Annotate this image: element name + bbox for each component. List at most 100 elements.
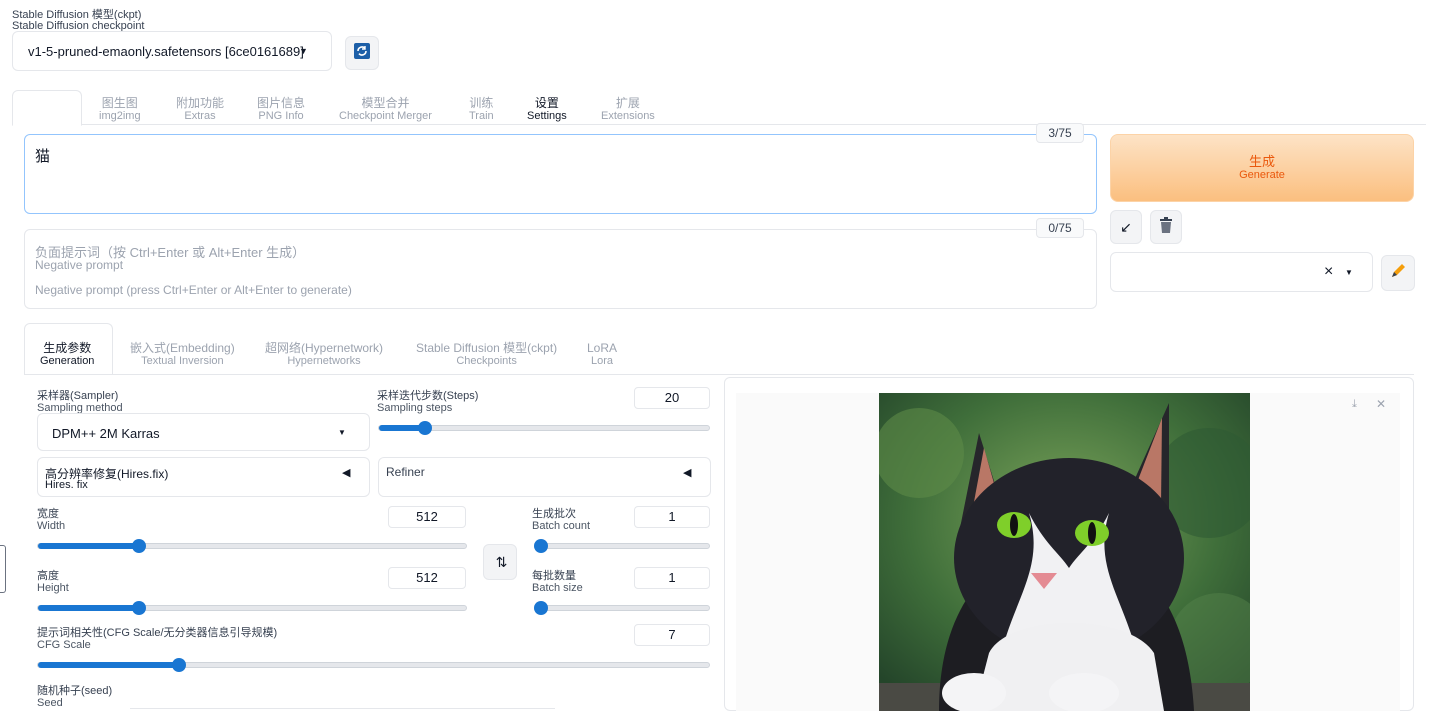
slider-thumb[interactable] <box>534 539 548 553</box>
height-slider[interactable] <box>37 601 467 615</box>
batch-size-slider[interactable] <box>534 601 710 615</box>
subtab-label-en: Generation <box>40 355 95 367</box>
swap-dimensions-button[interactable]: ⇅ <box>483 544 517 580</box>
tab-label-zh: 设置 <box>534 96 559 110</box>
subtab-label-zh: Stable Diffusion 模型(ckpt) <box>416 341 558 355</box>
tab-img2img[interactable]: 图生图 img2img <box>99 96 141 123</box>
refiner-accordion[interactable]: Refiner ◀ <box>378 457 711 497</box>
tab-settings[interactable]: 设置 Settings <box>527 96 567 123</box>
tab-extensions[interactable]: 扩展 Extensions <box>601 96 655 123</box>
refresh-checkpoint-button[interactable] <box>345 36 379 70</box>
subtab-label-en: Hypernetworks <box>287 355 361 367</box>
batch-size-input[interactable]: 1 <box>634 567 710 589</box>
sampler-label-zh: 采样器(Sampler) <box>37 390 119 402</box>
tab-train[interactable]: 训练 Train <box>469 96 494 123</box>
subtabs-divider <box>24 374 1414 375</box>
batch-count-label-zh: 生成批次 <box>532 508 576 520</box>
chevron-down-icon: ▼ <box>1345 268 1353 277</box>
tab-label-en: Checkpoint Merger <box>339 110 432 122</box>
generate-label-en: Generate <box>1239 169 1285 181</box>
chevron-down-icon: ▼ <box>338 428 346 437</box>
side-drag-handle[interactable] <box>0 545 6 593</box>
subtab-label-zh: LoRA <box>587 341 618 355</box>
subtab-label-zh: 生成参数 <box>43 341 92 355</box>
styles-dropdown[interactable]: × ▼ <box>1110 252 1373 292</box>
subtab-generation[interactable]: 生成参数 Generation <box>40 341 95 368</box>
generate-label-zh: 生成 <box>1248 154 1275 169</box>
paste-prompt-button[interactable]: ↙ <box>1110 210 1142 244</box>
prompt-token-counter: 3/75 <box>1036 123 1084 143</box>
slider-thumb[interactable] <box>131 539 146 553</box>
seed-label-zh: 随机种子(seed) <box>37 685 113 697</box>
sampler-dropdown[interactable]: DPM++ 2M Karras ▼ <box>37 413 370 451</box>
seed-label-en: Seed <box>37 697 63 709</box>
chevron-down-icon: ▼ <box>299 46 308 56</box>
tab-label-zh: 训练 <box>469 96 494 110</box>
subtab-checkpoints[interactable]: Stable Diffusion 模型(ckpt) Checkpoints <box>416 341 558 368</box>
slider-thumb[interactable] <box>418 421 433 435</box>
tab-png-info[interactable]: 图片信息 PNG Info <box>257 96 306 123</box>
tab-label-zh: 图片信息 <box>257 96 306 110</box>
steps-slider[interactable] <box>378 421 710 435</box>
tab-extras[interactable]: 附加功能 Extras <box>176 97 224 123</box>
collapse-arrow-icon: ◀ <box>683 467 692 479</box>
tab-label-en: Settings <box>527 110 567 122</box>
height-input[interactable]: 512 <box>388 567 466 589</box>
negative-prompt-textarea[interactable]: 负面提示词（按 Ctrl+Enter 或 Alt+Enter 生成） Negat… <box>24 229 1097 309</box>
subtab-label-en: Textual Inversion <box>141 355 224 367</box>
negative-placeholder-hint: Negative prompt (press Ctrl+Enter or Alt… <box>35 283 352 297</box>
tab-label-en: Extras <box>184 110 216 122</box>
tabs-divider <box>12 124 1426 125</box>
height-label-en: Height <box>37 582 69 594</box>
arrow-down-left-icon: ↙ <box>1120 218 1132 235</box>
width-label-en: Width <box>37 520 66 532</box>
refresh-icon <box>353 42 371 65</box>
close-icon[interactable]: ✕ <box>1376 397 1386 411</box>
checkpoint-dropdown[interactable]: v1-5-pruned-emaonly.safetensors [6ce0161… <box>12 31 332 71</box>
sampler-value: DPM++ 2M Karras <box>52 426 160 441</box>
clear-prompt-button[interactable] <box>1150 210 1182 244</box>
tab-label-en: Extensions <box>601 110 655 122</box>
cfg-label-zh: 提示词相关性(CFG Scale/无分类器信息引导规模) <box>37 627 278 639</box>
download-icon[interactable]: ⤓ <box>1352 398 1357 411</box>
width-slider[interactable] <box>37 539 467 553</box>
width-input[interactable]: 512 <box>388 506 466 528</box>
steps-input[interactable]: 20 <box>634 387 710 409</box>
collapse-arrow-icon: ◀ <box>342 467 351 479</box>
cfg-input[interactable]: 7 <box>634 624 710 646</box>
subtab-hypernetworks[interactable]: 超网络(Hypernetwork) Hypernetworks <box>265 341 384 368</box>
subtab-label-zh: 超网络(Hypernetwork) <box>265 341 384 355</box>
tab-label-en: Train <box>469 110 494 122</box>
edit-styles-button[interactable] <box>1381 255 1415 291</box>
batch-count-slider[interactable] <box>534 539 710 553</box>
subtab-lora[interactable]: LoRA Lora <box>587 341 618 368</box>
prompt-textarea[interactable]: 猫 <box>24 134 1097 214</box>
batch-count-input[interactable]: 1 <box>634 506 710 528</box>
height-label-zh: 高度 <box>37 570 59 582</box>
steps-label-zh: 采样迭代步数(Steps) <box>377 390 479 402</box>
checkpoint-value: v1-5-pruned-emaonly.safetensors [6ce0161… <box>28 44 304 59</box>
swap-icon: ⇅ <box>495 553 508 570</box>
generate-button[interactable]: 生成 Generate <box>1110 134 1414 202</box>
width-label-zh: 宽度 <box>37 508 59 520</box>
tab-label-zh: 模型合并 <box>361 96 410 110</box>
batch-count-label-en: Batch count <box>532 520 591 532</box>
hires-fix-accordion[interactable]: 高分辨率修复(Hires.fix) Hires. fix ◀ <box>37 457 370 497</box>
pencil-icon <box>1389 262 1407 285</box>
cat-image[interactable] <box>879 393 1250 711</box>
subtab-label-en: Checkpoints <box>456 355 517 367</box>
slider-thumb[interactable] <box>534 601 548 615</box>
prompt-text: 猫 <box>35 148 51 165</box>
subtab-textual-inversion[interactable]: 嵌入式(Embedding) Textual Inversion <box>130 342 235 368</box>
refiner-label: Refiner <box>386 465 425 479</box>
clear-icon[interactable]: × <box>1324 263 1333 281</box>
negative-token-counter: 0/75 <box>1036 218 1084 238</box>
slider-thumb[interactable] <box>131 601 146 615</box>
batch-size-label-zh: 每批数量 <box>532 570 576 582</box>
active-tab-frame <box>12 90 82 126</box>
cfg-slider[interactable] <box>37 658 710 672</box>
tab-label-zh: 图生图 <box>101 96 138 110</box>
tab-label-zh: 扩展 <box>615 96 640 110</box>
tab-checkpoint-merger[interactable]: 模型合并 Checkpoint Merger <box>339 96 432 123</box>
slider-thumb[interactable] <box>171 658 186 672</box>
